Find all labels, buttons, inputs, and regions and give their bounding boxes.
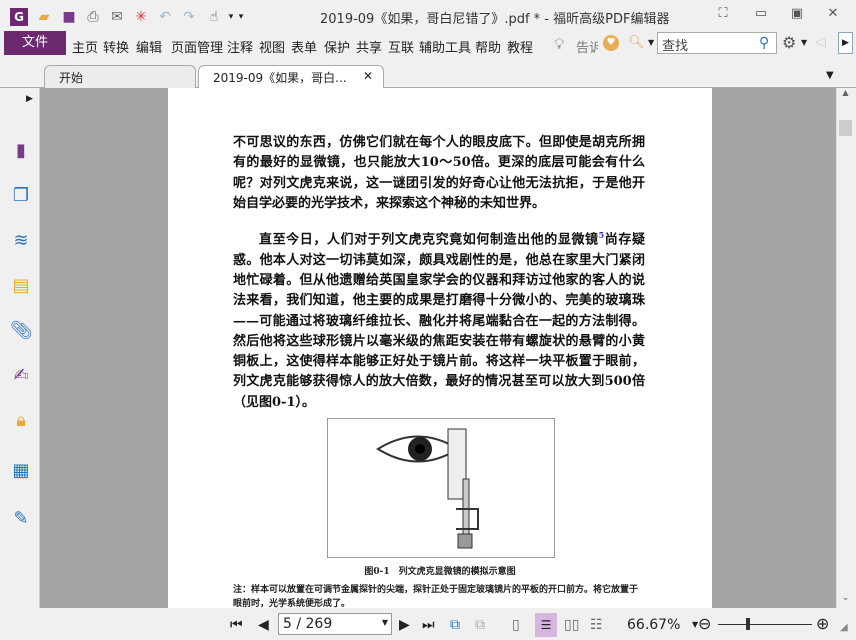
form-fields-icon[interactable]: ▦	[10, 460, 32, 482]
first-page-button[interactable]: ⏮	[230, 617, 243, 633]
tab-label: 2019-09《如果，哥白...	[213, 71, 347, 85]
previous-view-icon[interactable]: ⧉	[450, 617, 460, 633]
fullscreen-icon[interactable]: ⛶	[711, 6, 735, 24]
search-icon[interactable]: ⚲	[759, 35, 769, 51]
continuous-page-icon[interactable]: ☰	[535, 613, 557, 637]
tell-me-input[interactable]: 告诉	[576, 37, 598, 56]
redo-icon[interactable]: ↷	[180, 8, 198, 26]
document-canvas: 不可思议的东西，仿佛它们就在每个人的眼皮底下。但即使是胡克所拥有的最好的显微镜，…	[40, 88, 836, 608]
single-page-icon[interactable]: ▯	[512, 617, 520, 633]
menu-tutorial[interactable]: 教程	[507, 37, 533, 56]
zoom-out-button[interactable]: ⊖	[698, 614, 711, 633]
paragraph: 直至今日，人们对于列文虎克究竟如何制造出他的显微镜5尚存疑惑。他本人对这一切讳莫…	[233, 225, 645, 413]
zoom-slider-handle[interactable]	[746, 618, 750, 630]
vertical-scrollbar[interactable]: ▲ ⌄	[836, 88, 854, 608]
undo-icon[interactable]: ↶	[156, 8, 174, 26]
heart-icon[interactable]: ♥	[603, 35, 619, 51]
close-button[interactable]: ✕	[821, 6, 845, 24]
scroll-right-button[interactable]: ▶	[838, 32, 853, 54]
menu-connect[interactable]: 互联	[388, 37, 414, 56]
print-icon[interactable]: ⎙	[84, 8, 102, 26]
lightbulb-icon[interactable]: 💡︎	[554, 35, 565, 53]
resize-grip-icon[interactable]: ◢	[840, 622, 848, 633]
scrollbar-thumb[interactable]	[839, 120, 852, 136]
zoom-in-button[interactable]: ⊕	[816, 614, 829, 633]
close-tab-icon[interactable]: ✕	[363, 69, 373, 83]
tab-document[interactable]: 2019-09《如果，哥白... ✕	[198, 65, 384, 90]
previous-page-button[interactable]: ◀	[258, 617, 269, 633]
menu-convert[interactable]: 转换	[103, 37, 129, 56]
paragraph: 不可思议的东西，仿佛它们就在每个人的眼皮底下。但即使是胡克所拥有的最好的显微镜，…	[233, 135, 645, 211]
next-page-button[interactable]: ▶	[399, 617, 410, 633]
maximize-button[interactable]: ▣	[785, 6, 809, 24]
chevron-down-icon[interactable]: ▼	[801, 38, 807, 47]
zoom-level[interactable]: 66.67%	[627, 617, 680, 633]
next-view-icon[interactable]: ⧉	[475, 617, 485, 633]
menu-form[interactable]: 表单	[291, 37, 317, 56]
paragraph-text: 尚存疑惑。他本人对这一切讳莫如深，颇具戏剧性的是，他总在家里大门紧闭地忙碌着。但…	[233, 232, 645, 410]
save-icon[interactable]: ■	[60, 8, 78, 26]
scroll-left-icon[interactable]: ◁	[815, 34, 826, 50]
menu-comment[interactable]: 注释	[227, 37, 253, 56]
signature-icon[interactable]: ✍	[10, 365, 32, 387]
menu-accessibility[interactable]: 辅助工具	[419, 37, 471, 56]
menu-view[interactable]: 视图	[259, 37, 285, 56]
last-page-button[interactable]: ⏭	[422, 617, 435, 633]
minimize-button[interactable]: ▭	[749, 6, 773, 24]
menu-page-management[interactable]: 页面管理	[171, 37, 223, 56]
layers-icon[interactable]: ≋	[10, 230, 32, 252]
chevron-down-icon[interactable]: ▼	[648, 38, 654, 47]
folder-search-icon[interactable]: 🔍︎	[628, 35, 645, 50]
tab-list-icon[interactable]: ▼	[826, 70, 834, 81]
figure-caption: 图0-1 列文虎克显微镜的模拟示意图	[364, 567, 516, 577]
menu-help[interactable]: 帮助	[475, 37, 501, 56]
title-bar: G ▰ ■ ⎙ ✉ ✳ ↶ ↷ ☝ ▾ ▾ 2019-09《如果，哥白尼错了》.…	[0, 0, 856, 32]
app-logo-icon: G	[10, 8, 28, 26]
page-number-value: 5 / 269	[283, 616, 333, 632]
file-menu-button[interactable]: 文件	[4, 31, 66, 55]
paragraph-text: 直至今日，人们对于列文虎克究竟如何制造出他的显微镜	[259, 232, 599, 248]
new-document-icon[interactable]: ✳	[132, 8, 150, 26]
page-number-input[interactable]: 5 / 269 ▼	[278, 613, 392, 635]
email-icon[interactable]: ✉	[108, 8, 126, 26]
tab-label: 开始	[59, 71, 84, 85]
scroll-up-icon[interactable]: ▲	[838, 88, 853, 98]
gear-icon[interactable]: ⚙	[782, 33, 796, 52]
figure-image	[327, 418, 555, 558]
menu-share[interactable]: 共享	[356, 37, 382, 56]
chevron-down-icon[interactable]: ▼	[382, 618, 388, 627]
window-title: 2019-09《如果，哥白尼错了》.pdf * - 福昕高级PDF编辑器	[320, 12, 670, 27]
certificate-icon[interactable]: ✎	[10, 508, 32, 530]
pages-icon[interactable]: ❐	[10, 185, 32, 207]
page-thumbnail-icon[interactable]: ▮	[10, 140, 32, 162]
menu-edit[interactable]: 编辑	[136, 37, 162, 56]
continuous-facing-icon[interactable]: ☷	[590, 617, 603, 633]
comments-icon[interactable]: ▤	[10, 275, 32, 297]
open-folder-icon[interactable]: ▰	[35, 8, 53, 26]
lock-icon[interactable]: 🔒︎	[10, 410, 32, 432]
menu-home[interactable]: 主页	[72, 37, 98, 56]
zoom-slider[interactable]	[718, 624, 812, 625]
hand-tool-icon[interactable]: ☝	[205, 8, 223, 26]
attachment-icon[interactable]: 📎︎	[10, 320, 33, 342]
navigation-panel: ▶ ▮ ❐ ≋ ▤ 📎︎ ✍ 🔒︎ ▦ ✎	[0, 88, 40, 608]
customize-toolbar-icon[interactable]: ▾	[232, 8, 250, 26]
tab-start[interactable]: 开始	[44, 65, 196, 89]
facing-pages-icon[interactable]: ▯▯	[564, 617, 579, 633]
figure-note: 注：样本可以放置在可调节金属探针的尖端，探针正处于固定玻璃镜片的平板的开口前方。…	[233, 585, 639, 608]
scroll-down-icon[interactable]: ⌄	[838, 593, 853, 603]
menu-protect[interactable]: 保护	[324, 37, 350, 56]
pdf-page: 不可思议的东西，仿佛它们就在每个人的眼皮底下。但即使是胡克所拥有的最好的显微镜，…	[168, 88, 712, 608]
expand-panel-icon[interactable]: ▶	[26, 94, 33, 104]
